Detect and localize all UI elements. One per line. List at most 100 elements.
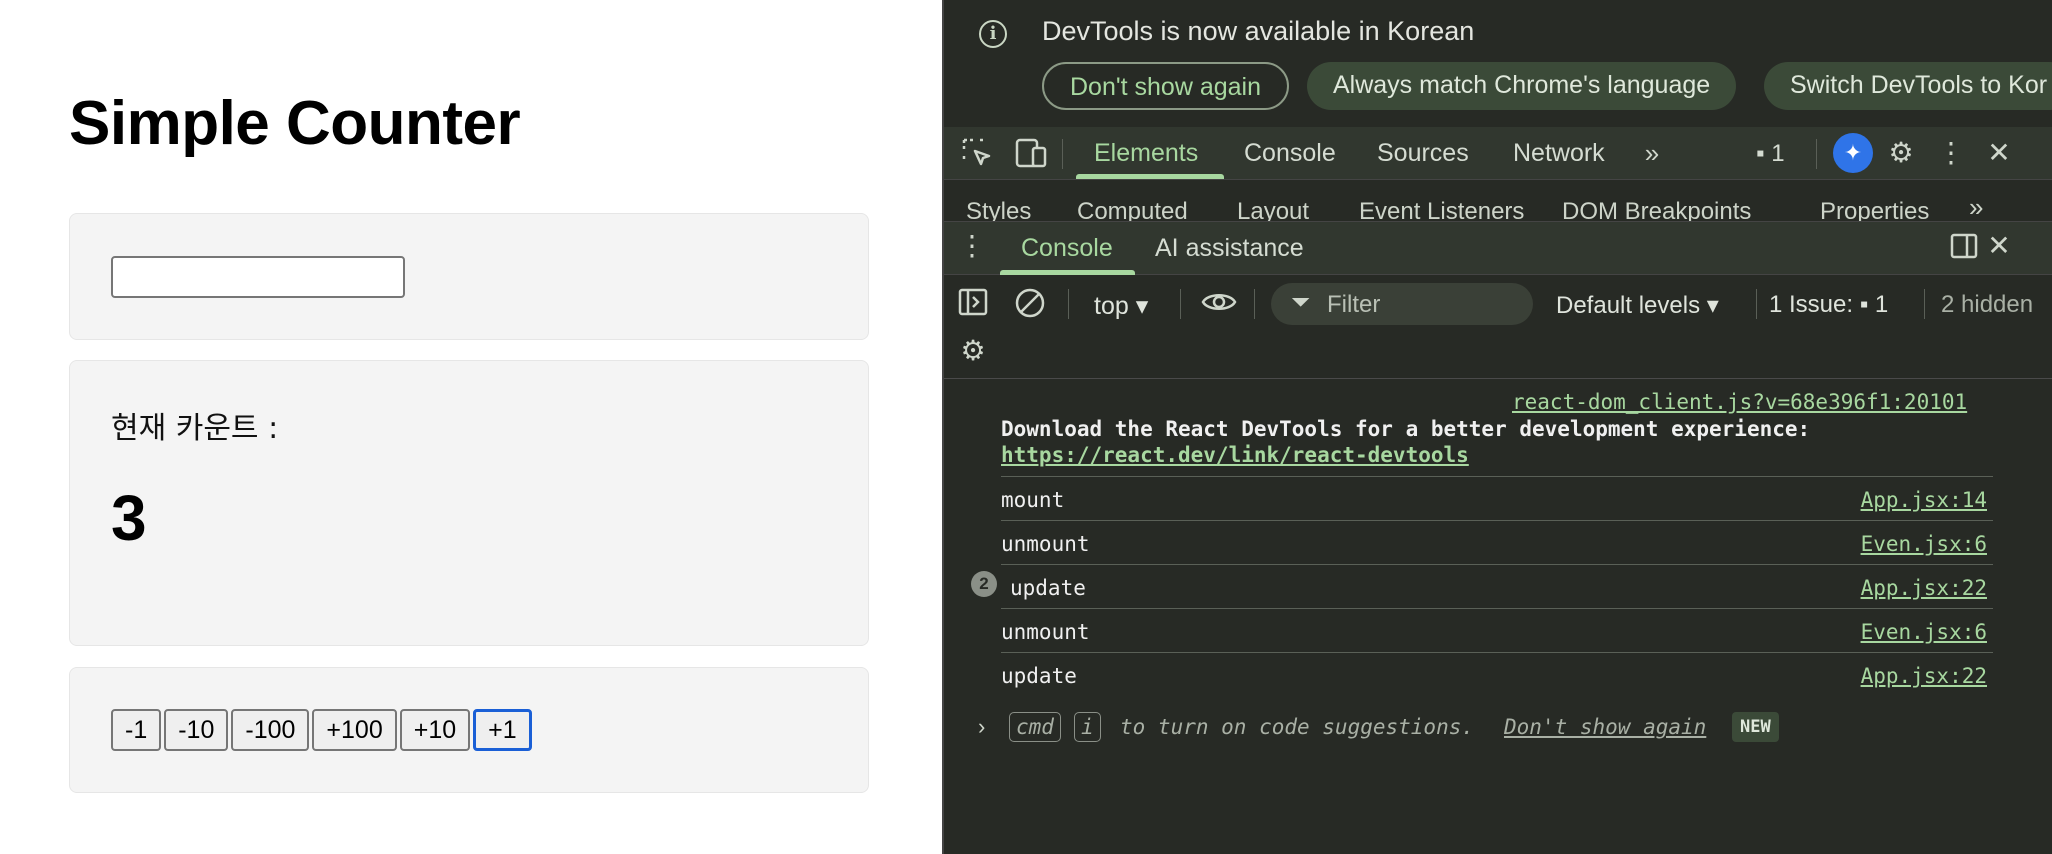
button-row: -1 -10 -100 +100 +10 +1 bbox=[111, 709, 532, 751]
controller-section: -1 -10 -100 +100 +10 +1 bbox=[69, 667, 869, 793]
log-message: update bbox=[1001, 664, 1077, 688]
divider bbox=[1068, 289, 1069, 319]
divider bbox=[1062, 139, 1063, 169]
react-devtools-link[interactable]: https://react.dev/link/react-devtools bbox=[1001, 443, 1469, 467]
filter-input[interactable]: ⏷ Filter bbox=[1271, 283, 1533, 325]
eye-icon[interactable] bbox=[1200, 287, 1238, 319]
subtab-computed[interactable]: Computed bbox=[1077, 198, 1188, 221]
divider bbox=[1924, 289, 1925, 319]
app-page: Simple Counter 현재 카운트 : 3 -1 -10 -100 +1… bbox=[0, 0, 942, 854]
cmd-key: cmd bbox=[1009, 712, 1061, 742]
i-key: i bbox=[1074, 712, 1101, 742]
tab-sources[interactable]: Sources bbox=[1377, 139, 1469, 168]
log-row: update App.jsx:22 bbox=[1001, 564, 1993, 608]
plus-1-button[interactable]: +1 bbox=[473, 709, 532, 751]
dock-side-icon[interactable] bbox=[1949, 232, 1979, 264]
always-match-language-button[interactable]: Always match Chrome's language bbox=[1307, 62, 1737, 110]
more-options-icon[interactable]: ⋮ bbox=[1937, 137, 1965, 169]
log-message: unmount bbox=[1001, 532, 1090, 556]
clear-console-icon[interactable] bbox=[1014, 287, 1046, 319]
console-prompt[interactable]: › cmd i to turn on code suggestions. Don… bbox=[944, 710, 2052, 750]
drawer-tabbar: ⋮ Console AI assistance ✕ bbox=[944, 222, 2052, 275]
log-source-link[interactable]: App.jsx:22 bbox=[1861, 576, 1987, 600]
messages-badge[interactable]: ▪ 1 bbox=[1756, 140, 1785, 168]
text-input[interactable] bbox=[111, 256, 405, 298]
log-message: Download the React DevTools for a better… bbox=[1001, 417, 1811, 441]
log-source-link[interactable]: react-dom_client.js?v=68e396f1:20101 bbox=[1512, 390, 1967, 414]
page-title: Simple Counter bbox=[69, 89, 521, 158]
gear-icon[interactable]: ⚙ bbox=[1884, 137, 1918, 169]
new-badge: NEW bbox=[1732, 712, 1779, 742]
device-toolbar-icon[interactable] bbox=[1014, 137, 1048, 169]
elements-subtabs: Styles Computed Layout Event Listeners D… bbox=[944, 180, 2052, 222]
dont-show-again-button[interactable]: Don't show again bbox=[1042, 62, 1290, 110]
log-source-link[interactable]: Even.jsx:6 bbox=[1861, 532, 1987, 556]
divider bbox=[1254, 289, 1255, 319]
log-row: mount App.jsx:14 bbox=[1001, 476, 1993, 520]
log-row: update App.jsx:22 bbox=[1001, 652, 1993, 696]
dont-show-again-link[interactable]: Don't show again bbox=[1504, 715, 1706, 739]
plus-100-button[interactable]: +100 bbox=[312, 709, 397, 751]
issues-button[interactable]: 1 Issue: ▪ 1 bbox=[1769, 291, 1888, 319]
divider bbox=[1756, 289, 1757, 319]
log-message: mount bbox=[1001, 488, 1065, 512]
sidebar-toggle-icon[interactable] bbox=[958, 287, 988, 319]
close-drawer-icon[interactable]: ✕ bbox=[1984, 230, 2014, 262]
subtab-layout[interactable]: Layout bbox=[1237, 198, 1309, 221]
log-row: unmount Even.jsx:6 bbox=[1001, 520, 1993, 564]
subtab-styles[interactable]: Styles bbox=[966, 198, 1031, 221]
chevron-right-icon: › bbox=[978, 714, 986, 739]
log-source-link[interactable]: App.jsx:14 bbox=[1861, 488, 1987, 512]
console-settings-icon[interactable]: ⚙ bbox=[958, 335, 988, 367]
inspect-element-icon[interactable] bbox=[960, 137, 994, 169]
subtab-properties[interactable]: Properties bbox=[1820, 198, 1929, 221]
input-section bbox=[69, 213, 869, 340]
drawer-tab-ai-assistance[interactable]: AI assistance bbox=[1155, 234, 1304, 263]
subtab-dom-breakpoints[interactable]: DOM Breakpoints bbox=[1562, 198, 1751, 221]
tab-console[interactable]: Console bbox=[1244, 139, 1336, 168]
console-toolbar: top ▾ ⏷ Filter Default levels ▾ 1 Issue:… bbox=[944, 275, 2052, 379]
log-levels-select[interactable]: Default levels ▾ bbox=[1556, 291, 1719, 320]
minus-100-button[interactable]: -100 bbox=[231, 709, 310, 751]
log-source-link[interactable]: App.jsx:22 bbox=[1861, 664, 1987, 688]
divider bbox=[1816, 139, 1817, 169]
log-row: unmount Even.jsx:6 bbox=[1001, 608, 1993, 652]
code-suggestion-hint: to turn on code suggestions. bbox=[1120, 715, 1475, 739]
log-message: update bbox=[1010, 576, 1086, 600]
message-icon: ▪ bbox=[1756, 140, 1765, 167]
info-icon: i bbox=[979, 20, 1007, 48]
minus-1-button[interactable]: -1 bbox=[111, 709, 162, 751]
log-message: unmount bbox=[1001, 620, 1090, 644]
issues-label: 1 Issue: bbox=[1769, 291, 1860, 318]
context-select[interactable]: top ▾ bbox=[1094, 291, 1148, 321]
main-tabbar: Elements Console Sources Network » ▪ 1 ✦… bbox=[944, 127, 2052, 180]
filter-icon: ⏷ bbox=[1291, 289, 1311, 316]
tab-elements[interactable]: Elements bbox=[1094, 139, 1198, 168]
repeat-count-badge: 2 bbox=[971, 571, 997, 597]
more-subtabs-icon[interactable]: » bbox=[1969, 192, 1983, 221]
hidden-count: 2 hidden bbox=[1941, 291, 2034, 318]
active-tab-indicator bbox=[1076, 174, 1224, 179]
switch-language-button[interactable]: Switch DevTools to Kor bbox=[1764, 62, 2052, 110]
count-label: 현재 카운트 : bbox=[111, 411, 279, 446]
count-section: 현재 카운트 : 3 bbox=[69, 360, 869, 646]
divider bbox=[1180, 289, 1181, 319]
drawer-menu-icon[interactable]: ⋮ bbox=[958, 230, 986, 262]
filter-placeholder: Filter bbox=[1327, 291, 1381, 318]
subtab-event-listeners[interactable]: Event Listeners bbox=[1359, 198, 1524, 221]
log-source-link[interactable]: Even.jsx:6 bbox=[1861, 620, 1987, 644]
drawer-tab-console[interactable]: Console bbox=[1021, 234, 1113, 263]
language-infobar: i DevTools is now available in Korean Do… bbox=[944, 0, 2052, 127]
message-count: 1 bbox=[1771, 140, 1785, 167]
devtools-panel: i DevTools is now available in Korean Do… bbox=[942, 0, 2052, 854]
plus-10-button[interactable]: +10 bbox=[399, 709, 471, 751]
more-tabs-icon[interactable]: » bbox=[1637, 137, 1667, 169]
issues-count: 1 bbox=[1874, 291, 1889, 318]
infobar-message: DevTools is now available in Korean bbox=[1042, 16, 1475, 46]
count-value: 3 bbox=[111, 482, 147, 554]
minus-10-button[interactable]: -10 bbox=[164, 709, 229, 751]
tab-network[interactable]: Network bbox=[1513, 139, 1605, 168]
message-icon: ▪ bbox=[1859, 291, 1869, 318]
close-icon[interactable]: ✕ bbox=[1984, 137, 2014, 169]
ai-assistance-icon[interactable]: ✦ bbox=[1833, 133, 1873, 173]
